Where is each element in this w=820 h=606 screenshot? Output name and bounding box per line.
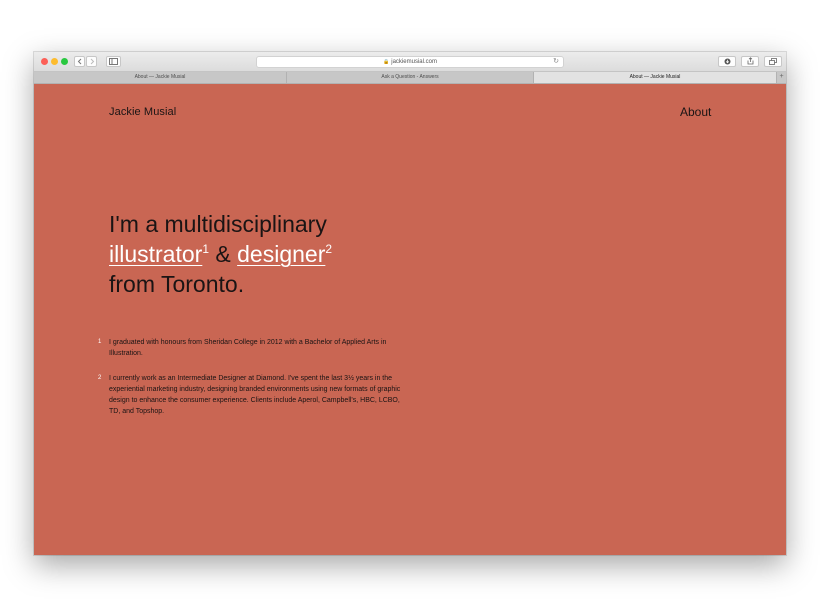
share-button[interactable] bbox=[741, 56, 759, 67]
browser-window: 🔒 jackiemusial.com ↻ About — Jackie Musia… bbox=[34, 52, 786, 555]
chevron-left-icon bbox=[77, 58, 81, 65]
show-tabs-button[interactable] bbox=[764, 56, 782, 67]
footnote-number: 1 bbox=[98, 339, 102, 345]
download-icon bbox=[724, 58, 730, 65]
footnotes: 1 I graduated with honours from Sheridan… bbox=[96, 337, 406, 431]
footnote-item: 1 I graduated with honours from Sheridan… bbox=[96, 337, 406, 359]
footnote-marker-1: 1 bbox=[202, 242, 209, 256]
zoom-window-icon[interactable] bbox=[61, 58, 68, 65]
footnote-text: I currently work as an Intermediate Desi… bbox=[109, 375, 401, 415]
footnote-number: 2 bbox=[98, 375, 102, 381]
browser-toolbar: 🔒 jackiemusial.com ↻ bbox=[34, 52, 786, 72]
tab-bar: About — Jackie Musial Ask a Question - A… bbox=[34, 72, 786, 84]
tabs-overview-icon bbox=[769, 58, 777, 65]
footnote-marker-2: 2 bbox=[325, 242, 333, 256]
illustrator-link[interactable]: illustrator bbox=[109, 241, 202, 267]
lock-icon: 🔒 bbox=[383, 59, 390, 65]
tab-about-1[interactable]: About — Jackie Musial bbox=[34, 72, 287, 83]
reload-icon[interactable]: ↻ bbox=[553, 57, 559, 67]
url-text: jackiemusial.com bbox=[391, 59, 437, 65]
footnote-text: I graduated with honours from Sheridan C… bbox=[109, 339, 387, 357]
designer-link[interactable]: designer bbox=[237, 241, 325, 267]
headline-ampersand: & bbox=[209, 241, 238, 267]
site-logo-text[interactable]: Jackie Musial bbox=[109, 106, 176, 118]
chevron-right-icon bbox=[90, 58, 94, 65]
headline: I'm a multidisciplinary illustrator1 & d… bbox=[109, 209, 429, 299]
close-window-icon[interactable] bbox=[41, 58, 48, 65]
tab-about-active[interactable]: About — Jackie Musial bbox=[534, 72, 777, 83]
nav-link-about[interactable]: About bbox=[680, 105, 711, 119]
forward-button[interactable] bbox=[86, 56, 97, 67]
tab-ask-a-question[interactable]: Ask a Question - Answers bbox=[287, 72, 534, 83]
headline-line-1: I'm a multidisciplinary bbox=[109, 211, 327, 237]
address-bar[interactable]: 🔒 jackiemusial.com ↻ bbox=[256, 56, 564, 68]
sidebar-icon bbox=[109, 58, 118, 65]
share-icon bbox=[747, 57, 753, 65]
downloads-button[interactable] bbox=[718, 56, 736, 67]
sidebar-toggle-button[interactable] bbox=[106, 56, 121, 67]
back-button[interactable] bbox=[74, 56, 85, 67]
footnote-item: 2 I currently work as an Intermediate De… bbox=[96, 373, 406, 417]
minimize-window-icon[interactable] bbox=[51, 58, 58, 65]
page-content: Jackie Musial About I'm a multidisciplin… bbox=[34, 84, 786, 555]
headline-line-3: from Toronto. bbox=[109, 271, 245, 297]
new-tab-button[interactable]: + bbox=[777, 72, 786, 83]
